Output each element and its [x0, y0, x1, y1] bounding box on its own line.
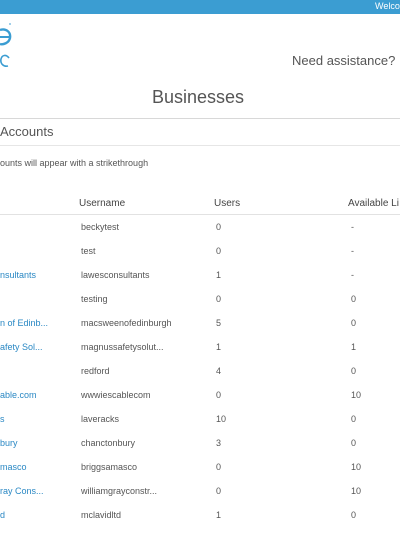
username-cell: redford	[81, 366, 110, 376]
available-licences-cell: 0	[351, 318, 357, 328]
available-licences-cell: -	[351, 222, 354, 232]
available-licences-cell: 0	[351, 510, 357, 520]
table-row[interactable]: bury chanctonbury 3 0	[0, 438, 400, 462]
business-name-link[interactable]: d	[0, 510, 5, 520]
table-row[interactable]: redford 4 0	[0, 366, 400, 390]
welcome-text: Welco	[375, 1, 400, 11]
username-cell: chanctonbury	[81, 438, 136, 448]
username-cell: briggsamasco	[81, 462, 138, 472]
business-name-link[interactable]: masco	[0, 462, 27, 472]
username-cell: mclavidltd	[81, 510, 122, 520]
users-cell: 4	[216, 366, 222, 376]
table-row[interactable]: d mclavidltd 1 0	[0, 510, 400, 534]
users-cell: 3	[216, 438, 222, 448]
table-row[interactable]: test 0 -	[0, 246, 400, 270]
username-cell: testing	[81, 294, 108, 304]
username-cell: magnussafetysolut...	[81, 342, 164, 352]
business-name-link[interactable]: s	[0, 414, 5, 424]
table-row[interactable]: beckytest 0 -	[0, 222, 400, 246]
page-title: Businesses	[152, 87, 245, 107]
table-row[interactable]: nsultants lawesconsultants 1 -	[0, 270, 400, 294]
username-cell: williamgrayconstr...	[81, 486, 158, 496]
available-licences-cell: 0	[351, 414, 357, 424]
available-licences-cell: -	[351, 270, 354, 280]
business-name-link[interactable]: bury	[0, 438, 18, 448]
users-cell: 10	[216, 414, 227, 424]
business-name-link[interactable]: able.com	[0, 390, 37, 400]
business-name-link[interactable]: ray Cons...	[0, 486, 44, 496]
section-divider	[0, 145, 400, 146]
table-row[interactable]: testing 0 0	[0, 294, 400, 318]
table-row[interactable]: afety Sol... magnussafetysolut... 1 1	[0, 342, 400, 366]
header-divider	[0, 118, 400, 119]
brand-logo[interactable]	[0, 22, 18, 72]
assistance-text[interactable]: Need assistance? E	[292, 53, 400, 68]
username-cell: test	[81, 246, 96, 256]
column-header-username[interactable]: Username	[79, 198, 125, 209]
table-row[interactable]: ray Cons... williamgrayconstr... 0 10	[0, 486, 400, 510]
available-licences-cell: -	[351, 246, 354, 256]
column-header-users[interactable]: Users	[214, 198, 240, 209]
table-row[interactable]: masco briggsamasco 0 10	[0, 462, 400, 486]
users-cell: 0	[216, 486, 222, 496]
business-name-link[interactable]: nsultants	[0, 270, 36, 280]
users-cell: 5	[216, 318, 222, 328]
users-cell: 1	[216, 510, 222, 520]
business-name-link[interactable]: n of Edinb...	[0, 318, 48, 328]
table-row[interactable]: able.com wwwiescablecom 0 10	[0, 390, 400, 414]
username-cell: laveracks	[81, 414, 120, 424]
available-licences-cell: 1	[351, 342, 357, 352]
users-cell: 0	[216, 222, 222, 232]
users-cell: 0	[216, 462, 222, 472]
username-cell: macsweenofedinburgh	[81, 318, 172, 328]
strikethrough-note: ounts will appear with a strikethrough	[0, 158, 149, 168]
username-cell: wwwiescablecom	[81, 390, 151, 400]
column-header-available-licences[interactable]: Available Li	[348, 198, 399, 209]
top-bar: Welco	[0, 0, 400, 14]
users-cell: 0	[216, 246, 222, 256]
available-licences-cell: 0	[351, 438, 357, 448]
users-cell: 1	[216, 342, 222, 352]
available-licences-cell: 0	[351, 294, 357, 304]
section-title: Accounts	[0, 124, 54, 139]
username-cell: beckytest	[81, 222, 120, 232]
business-name-link[interactable]: afety Sol...	[0, 342, 43, 352]
table-header-divider	[0, 214, 400, 215]
available-licences-cell: 10	[351, 462, 362, 472]
users-cell: 0	[216, 390, 222, 400]
table-row[interactable]: n of Edinb... macsweenofedinburgh 5 0	[0, 318, 400, 342]
available-licences-cell: 0	[351, 366, 357, 376]
available-licences-cell: 10	[351, 486, 362, 496]
users-cell: 1	[216, 270, 222, 280]
available-licences-cell: 10	[351, 390, 362, 400]
username-cell: lawesconsultants	[81, 270, 150, 280]
table-row[interactable]: s laveracks 10 0	[0, 414, 400, 438]
users-cell: 0	[216, 294, 222, 304]
